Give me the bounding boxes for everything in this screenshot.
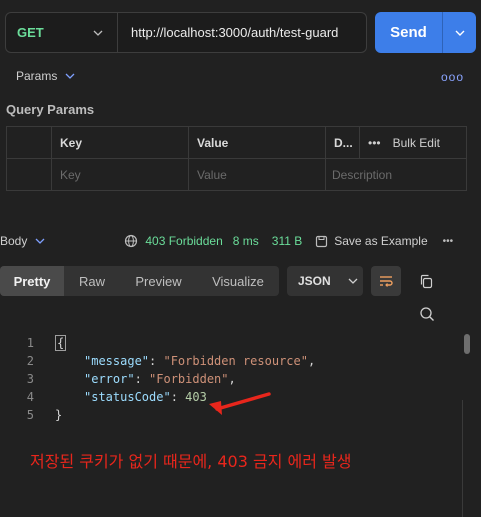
chevron-down-icon <box>35 238 45 244</box>
table-header-row: Key Value D... ••• Bulk Edit <box>7 127 466 159</box>
json-punctuation: , <box>307 354 316 368</box>
wrap-lines-button[interactable] <box>371 266 401 296</box>
params-more-button[interactable]: ooo <box>441 70 464 84</box>
save-as-example-label: Save as Example <box>334 234 428 248</box>
save-icon <box>316 235 328 247</box>
table-cell: ••• Bulk Edit <box>360 127 466 158</box>
send-button[interactable]: Send <box>375 12 476 53</box>
bulk-edit-label: Bulk Edit <box>392 135 440 150</box>
key-input[interactable]: Key <box>52 159 189 191</box>
divider <box>462 400 463 517</box>
json-value: "Forbidden resource" <box>163 354 308 368</box>
response-time[interactable]: 8 ms <box>233 234 259 248</box>
more-icon: ••• <box>368 135 381 150</box>
chevron-down-icon <box>348 278 358 284</box>
json-punctuation: , <box>228 372 236 386</box>
search-button[interactable] <box>419 306 435 327</box>
column-header-description: D... <box>326 127 360 158</box>
query-params-table: Key Value D... ••• Bulk Edit Key Value D… <box>6 126 467 191</box>
format-tabs: Pretty Raw Preview Visualize <box>0 266 279 296</box>
line-number: 5 <box>26 408 34 422</box>
line-number: 3 <box>26 372 34 386</box>
tab-body[interactable]: Body <box>0 234 45 248</box>
send-label: Send <box>390 24 427 41</box>
description-input[interactable]: Description <box>326 159 466 191</box>
code-text: "error": "Forbidden", <box>84 372 236 386</box>
response-size[interactable]: 311 B <box>272 234 302 248</box>
brace-open: { <box>55 335 67 351</box>
tab-pretty[interactable]: Pretty <box>0 266 64 296</box>
chevron-down-icon <box>65 73 75 79</box>
format-select-label: JSON <box>298 274 331 288</box>
tab-params[interactable]: Params <box>16 69 75 83</box>
annotation-text: 저장된 쿠키가 없기 때문에, 403 금지 에러 발생 <box>30 452 352 471</box>
line-number: 4 <box>26 390 34 404</box>
send-options-button[interactable] <box>443 28 476 38</box>
arrow-annotation-icon <box>209 392 271 415</box>
column-header-value: Value <box>189 127 326 158</box>
line-number: 2 <box>26 354 34 368</box>
table-cell <box>7 127 52 158</box>
save-as-example-button[interactable]: Save as Example <box>315 234 428 248</box>
url-input[interactable]: http://localhost:3000/auth/test-guard <box>118 25 338 40</box>
params-label: Params <box>16 69 58 83</box>
row-checkbox-cell <box>7 159 52 191</box>
json-value: "Forbidden" <box>149 372 229 386</box>
value-input[interactable]: Value <box>189 159 326 191</box>
tab-preview[interactable]: Preview <box>120 266 197 296</box>
line-number: 1 <box>26 336 34 350</box>
response-more-button[interactable]: ••• <box>443 236 454 247</box>
scrollbar-thumb[interactable] <box>464 334 470 354</box>
json-value: 403 <box>185 390 207 404</box>
code-text: "statusCode": 403 <box>84 390 207 404</box>
json-key: "message" <box>84 354 150 368</box>
code-text: { <box>55 334 67 352</box>
request-url-bar: GET http://localhost:3000/auth/test-guar… <box>5 12 367 53</box>
table-row: Key Value Description <box>7 159 466 191</box>
status-badge[interactable]: 403 Forbidden <box>145 234 222 248</box>
chevron-down-icon <box>93 30 103 36</box>
code-text: "message": "Forbidden resource", <box>84 354 316 368</box>
query-params-title: Query Params <box>6 102 95 117</box>
copy-icon <box>420 274 433 289</box>
copy-button[interactable] <box>419 274 434 294</box>
wrap-icon <box>380 276 393 287</box>
brace-close: } <box>55 408 63 422</box>
response-bar: Body 403 Forbidden 8 ms 311 B Save as Ex… <box>0 234 481 248</box>
tab-raw[interactable]: Raw <box>64 266 120 296</box>
globe-icon <box>125 234 138 248</box>
body-label: Body <box>0 234 28 248</box>
method-label: GET <box>17 25 44 40</box>
json-key: "error" <box>84 372 135 386</box>
column-header-key: Key <box>52 127 189 158</box>
chevron-down-icon <box>455 30 464 36</box>
format-select[interactable]: JSON <box>287 266 363 296</box>
method-select[interactable]: GET <box>6 13 118 52</box>
search-icon <box>420 307 434 321</box>
json-key: "statusCode" <box>84 390 171 404</box>
bulk-edit-button[interactable]: ••• Bulk Edit <box>368 136 440 150</box>
tab-visualize[interactable]: Visualize <box>197 266 279 296</box>
